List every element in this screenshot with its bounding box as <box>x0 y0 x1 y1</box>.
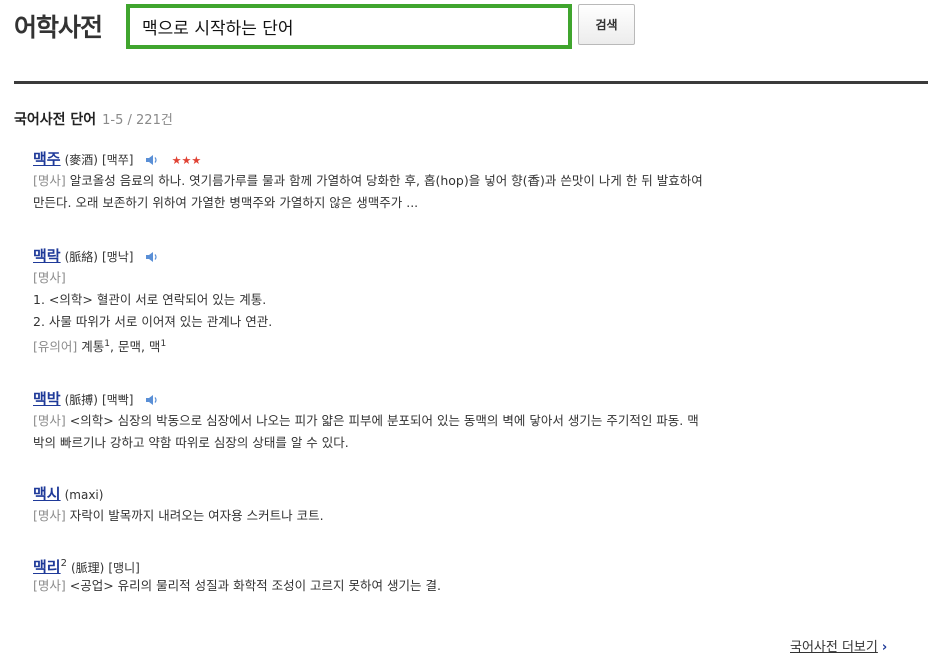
part-of-speech: [명사] <box>33 173 66 188</box>
entry-definition: [명사] <공업> 유리의 물리적 성질과 화학적 조성이 고르지 못하여 생기… <box>33 578 441 593</box>
entry-pronunciation: [맹낙] <box>101 250 134 264</box>
divider <box>14 81 928 84</box>
entry-pronunciation: [맥쭈] <box>101 153 134 167</box>
part-of-speech: [명사] <box>33 578 66 593</box>
part-of-speech: [명사] <box>33 270 66 285</box>
synonym-link[interactable]: 맥 <box>149 339 161 354</box>
entry-hanja: (maxi) <box>64 488 104 502</box>
list-item: 맥시 (maxi) [명사] 자락이 발목까지 내려오는 여자용 스커트나 코트. <box>33 483 903 527</box>
search-button[interactable]: 검색 <box>578 4 635 45</box>
entry-hanja: (脈絡) <box>64 250 98 264</box>
entry-definition: 박의 빠르기나 강하고 약함 따위로 심장의 상태를 알 수 있다. <box>33 435 349 450</box>
entry-definition: 2. 사물 따위가 서로 이어져 있는 관계나 연관. <box>33 314 273 329</box>
entry-hanja: (脈理) <box>70 561 105 575</box>
speaker-icon[interactable] <box>145 251 159 263</box>
entry-definition: 만든다. 오래 보존하기 위하여 가열한 병맥주와 가열하지 않은 생맥주가 .… <box>33 195 419 210</box>
entry-definition: [명사] 자락이 발목까지 내려오는 여자용 스커트나 코트. <box>33 508 324 523</box>
entry-pronunciation: [맥빡] <box>101 393 134 407</box>
more-results-link[interactable]: 국어사전 더보기 › <box>790 636 887 655</box>
part-of-speech: [명사] <box>33 413 66 428</box>
chevron-right-icon: › <box>881 640 888 655</box>
entry-definition: 1. <의학> 혈관이 서로 연락되어 있는 계통. <box>33 292 267 307</box>
entry-synonyms: [유의어] 계통1, 문맥, 맥1 <box>33 339 167 355</box>
entry-definition: [명사] <의학> 심장의 박동으로 심장에서 나오는 피가 얇은 피부에 분포… <box>33 413 699 428</box>
synonym-label: [유의어] <box>33 339 78 355</box>
entry-pronunciation: [맹니] <box>108 561 140 575</box>
synonym-link[interactable]: 계통 <box>81 339 104 354</box>
search-box[interactable] <box>126 4 572 49</box>
synonym-link[interactable]: 문맥 <box>118 339 141 354</box>
header: 어학사전 검색 <box>0 0 928 60</box>
speaker-icon[interactable] <box>145 394 159 406</box>
entry-word-link[interactable]: 맥주 <box>33 150 61 168</box>
result-count: 1-5 / 221건 <box>102 113 173 128</box>
entry-word-link[interactable]: 맥락 <box>33 247 61 265</box>
entry-hanja: (脈搏) <box>64 393 98 407</box>
section-title: 국어사전 단어 <box>14 112 97 128</box>
list-item: 맥주 (麥酒) [맥쭈] ★★★ [명사] 알코올성 음료의 하나. 엿기름가루를 … <box>33 148 903 214</box>
page-logo[interactable]: 어학사전 <box>14 8 103 44</box>
section-header: 국어사전 단어 1-5 / 221건 <box>14 109 173 129</box>
homograph-number: 2 <box>60 558 67 569</box>
entry-word-link[interactable]: 맥시 <box>33 485 61 503</box>
entry-definition: [명사] <box>33 267 903 289</box>
entry-word-link[interactable]: 맥박 <box>33 390 61 408</box>
star-icon: ★★★ <box>171 154 202 167</box>
entry-word-link[interactable]: 맥리2 <box>33 558 67 576</box>
list-item: 맥리2 (脈理) [맹니] [명사] <공업> 유리의 물리적 성질과 화학적 조성… <box>33 553 903 597</box>
list-item: 맥락 (脈絡) [맹낙] [명사] 1. <의학> 혈관이 서로 연락되어 있는 계… <box>33 245 903 358</box>
part-of-speech: [명사] <box>33 508 66 523</box>
speaker-icon[interactable] <box>145 154 159 166</box>
list-item: 맥박 (脈搏) [맥빡] [명사] <의학> 심장의 박동으로 심장에서 나오는 피… <box>33 388 903 454</box>
entry-hanja: (麥酒) <box>64 153 98 167</box>
entry-definition: [명사] 알코올성 음료의 하나. 엿기름가루를 물과 함께 가열하여 당화한 … <box>33 173 703 188</box>
search-input[interactable] <box>130 8 562 45</box>
